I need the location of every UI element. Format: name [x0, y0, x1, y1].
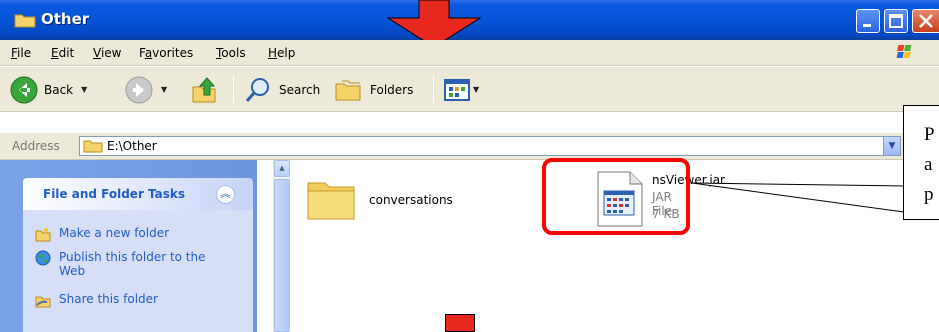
toolbar: Back ▼ ▼ Search Folders ▼ [0, 67, 939, 112]
globe-icon [35, 250, 51, 266]
folder-icon [14, 14, 36, 28]
task-publish-folder[interactable]: Publish this folder to the Web [35, 250, 229, 278]
views-button[interactable]: ▼ [443, 67, 479, 112]
maximize-button[interactable] [884, 9, 908, 33]
vertical-scrollbar[interactable]: ▲ [273, 160, 290, 332]
file-item-conversations[interactable]: conversations [300, 160, 520, 240]
menu-bar: File Edit View Favorites Tools Help [0, 40, 939, 66]
menu-edit[interactable]: Edit [51, 46, 74, 60]
task-pane: File and Folder Tasks ︽ Make a new folde… [0, 160, 257, 332]
minimize-icon [863, 24, 871, 27]
menu-view[interactable]: View [93, 46, 121, 60]
toolbar-separator [233, 75, 234, 103]
callout-text: P a p [924, 124, 935, 205]
up-folder-icon [192, 76, 216, 102]
callout-annotation: P a p [903, 105, 939, 220]
views-icon [444, 78, 470, 101]
chevron-down-icon[interactable]: ▼ [473, 85, 479, 94]
task-share-folder[interactable]: Share this folder [35, 292, 229, 308]
file-name: conversations [369, 193, 453, 207]
collapse-button[interactable]: ︽ [216, 185, 235, 204]
forward-button[interactable]: ▼ [125, 67, 167, 112]
menu-help[interactable]: Help [268, 46, 295, 60]
folders-icon [335, 80, 361, 100]
search-icon [245, 77, 269, 102]
close-button[interactable] [912, 9, 939, 33]
task-panel-header[interactable]: File and Folder Tasks ︽ [23, 178, 253, 210]
back-arrow-icon [10, 76, 38, 103]
toolbar-separator [433, 75, 434, 103]
address-label: Address [12, 139, 60, 153]
search-button[interactable]: Search [243, 67, 320, 112]
pane-divider [257, 160, 273, 332]
windows-logo-icon [896, 45, 912, 58]
chevron-up-icon: ▲ [279, 164, 285, 172]
folder-icon [83, 140, 103, 153]
scroll-up-button[interactable]: ▲ [274, 160, 290, 177]
forward-arrow-icon [125, 76, 153, 103]
maximize-icon [889, 14, 903, 28]
back-button[interactable]: Back ▼ [10, 67, 87, 112]
share-folder-icon [35, 296, 51, 308]
task-make-new-folder[interactable]: Make a new folder [35, 226, 229, 242]
task-panel-title: File and Folder Tasks [43, 187, 186, 201]
callout-pointer [691, 182, 905, 213]
task-panel-body: Make a new folder Publish this folder to… [23, 210, 253, 332]
menu-tools[interactable]: Tools [216, 46, 246, 60]
new-folder-icon [35, 227, 51, 242]
menu-favorites[interactable]: Favorites [139, 46, 193, 60]
up-arrow-annotation [445, 314, 475, 332]
folder-icon [307, 182, 355, 220]
highlight-annotation [542, 158, 690, 235]
window-title: Other [41, 10, 90, 28]
menu-file[interactable]: File [11, 46, 31, 60]
chevron-up-icon: ︽ [220, 189, 231, 200]
up-folder-button[interactable] [190, 67, 220, 112]
close-icon [919, 14, 933, 28]
scroll-thumb[interactable] [274, 179, 290, 332]
minimize-button[interactable] [856, 9, 880, 33]
address-value: E:\Other [107, 139, 157, 153]
chevron-down-icon[interactable]: ▼ [161, 85, 167, 94]
chevron-down-icon[interactable]: ▼ [81, 85, 87, 94]
folders-button[interactable]: Folders [334, 67, 413, 112]
